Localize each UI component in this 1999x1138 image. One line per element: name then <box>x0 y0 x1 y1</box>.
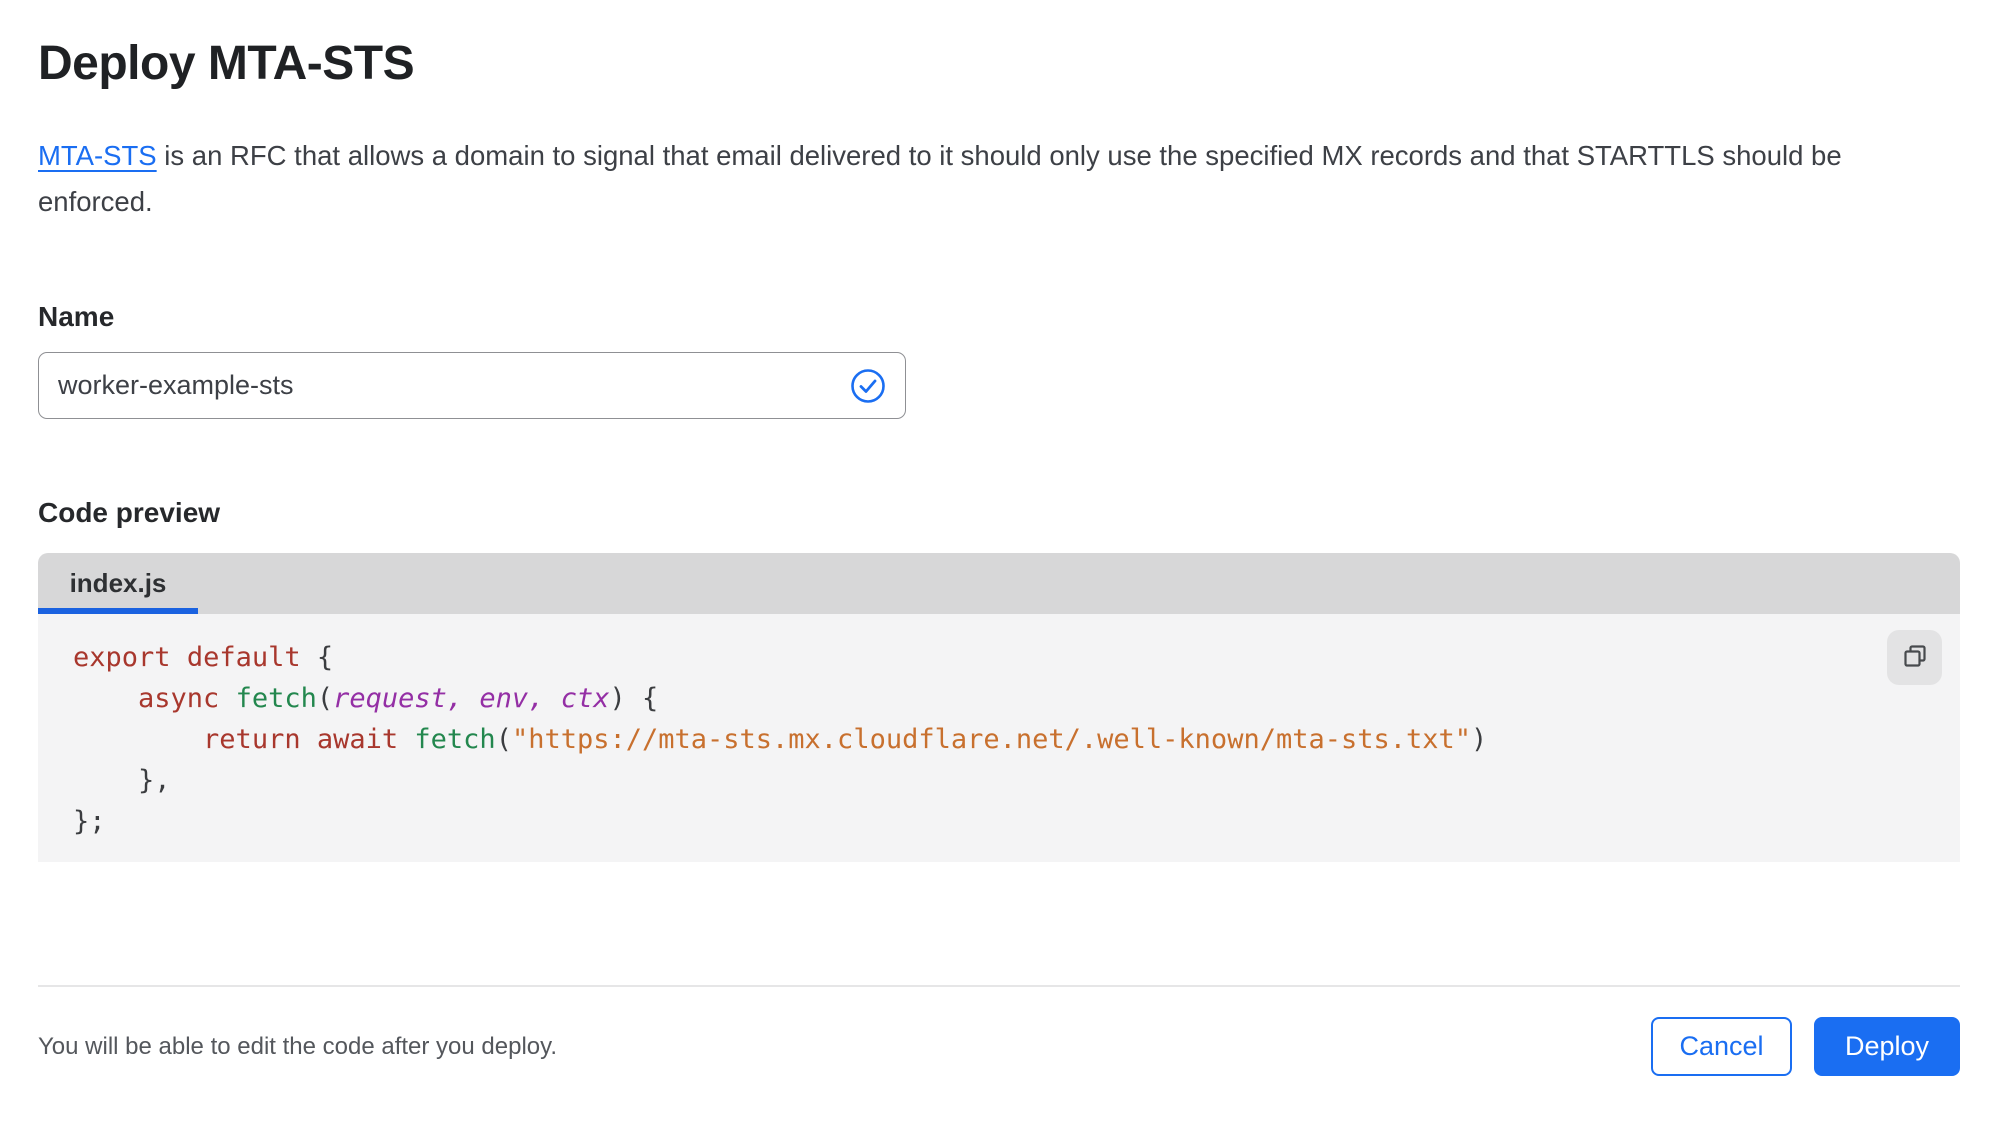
code-preview-label: Code preview <box>38 497 221 528</box>
mta-sts-link[interactable]: MTA-STS <box>38 140 157 171</box>
description-body: is an RFC that allows a domain to signal… <box>38 140 1842 217</box>
footer-note: You will be able to edit the code after … <box>38 1032 558 1060</box>
tab-index-js[interactable]: index.js <box>38 553 198 614</box>
code-preview-card: index.js export default { async fetch(re… <box>38 553 1960 862</box>
code-block: export default { async fetch(request, en… <box>73 642 1488 837</box>
description-text: MTA-STS is an RFC that allows a domain t… <box>38 133 1943 225</box>
code-area: export default { async fetch(request, en… <box>38 614 1960 862</box>
footer-actions: Cancel Deploy <box>1651 1017 1960 1076</box>
name-input[interactable] <box>38 352 906 419</box>
footer-divider <box>38 985 1960 987</box>
tab-index-js-label: index.js <box>69 568 167 598</box>
code-tab-bar: index.js <box>38 553 1960 614</box>
copy-icon <box>1901 642 1929 673</box>
footer: You will be able to edit the code after … <box>38 1017 1960 1076</box>
copy-code-button[interactable] <box>1887 630 1942 685</box>
name-input-wrap <box>38 352 906 419</box>
deploy-button[interactable]: Deploy <box>1814 1017 1960 1076</box>
name-label: Name <box>38 301 115 332</box>
check-circle-icon <box>850 368 886 404</box>
page-title: Deploy MTA-STS <box>38 37 415 90</box>
cancel-button[interactable]: Cancel <box>1651 1017 1792 1076</box>
